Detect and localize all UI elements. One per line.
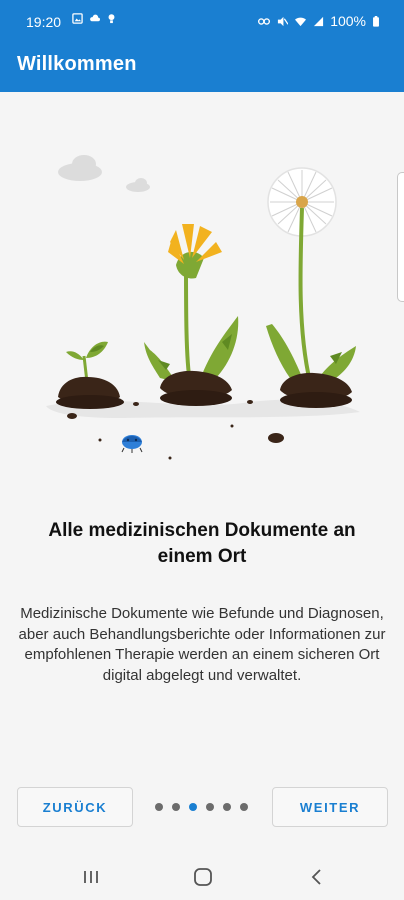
key-icon xyxy=(258,17,271,25)
gallery-icon xyxy=(72,13,83,24)
onboarding-heading: Alle medizinischen Dokumente an einem Or… xyxy=(48,520,356,567)
cloud-decoration xyxy=(58,155,150,192)
page-title: Willkommen xyxy=(17,53,137,75)
home-icon[interactable] xyxy=(192,866,214,888)
scroll-handle[interactable] xyxy=(397,172,404,302)
app-bar: Willkommen xyxy=(0,44,404,92)
seed-dandelion-plant xyxy=(266,167,356,408)
wifi-icon xyxy=(295,17,307,26)
battery-percentage: 100% xyxy=(330,13,366,29)
back-button[interactable]: ZURÜCK xyxy=(17,787,133,827)
page-dot[interactable] xyxy=(240,803,248,811)
bulb-icon xyxy=(108,14,115,24)
battery-icon xyxy=(373,15,379,27)
mute-icon xyxy=(278,16,289,26)
page-dot[interactable] xyxy=(206,803,214,811)
dandelion-illustration xyxy=(46,155,360,460)
back-icon[interactable] xyxy=(306,866,328,888)
onboarding-description: Medizinische Dokumente wie Befunde und D… xyxy=(18,605,386,684)
page-dot-active[interactable] xyxy=(189,803,197,811)
page-dot[interactable] xyxy=(172,803,180,811)
cloud-icon xyxy=(90,14,100,22)
status-time: 19:20 xyxy=(26,14,62,30)
seedling-plant xyxy=(56,341,124,409)
ladybug-decoration xyxy=(121,435,143,453)
next-button[interactable]: WEITER xyxy=(272,787,388,827)
recents-icon[interactable] xyxy=(80,866,102,888)
yellow-dandelion-plant xyxy=(144,224,239,406)
page-dot[interactable] xyxy=(155,803,163,811)
page-indicator xyxy=(155,803,248,811)
system-nav-bar xyxy=(0,852,404,900)
status-bar: 19:20 100% xyxy=(0,0,404,44)
page-dot[interactable] xyxy=(223,803,231,811)
signal-icon xyxy=(314,16,324,26)
